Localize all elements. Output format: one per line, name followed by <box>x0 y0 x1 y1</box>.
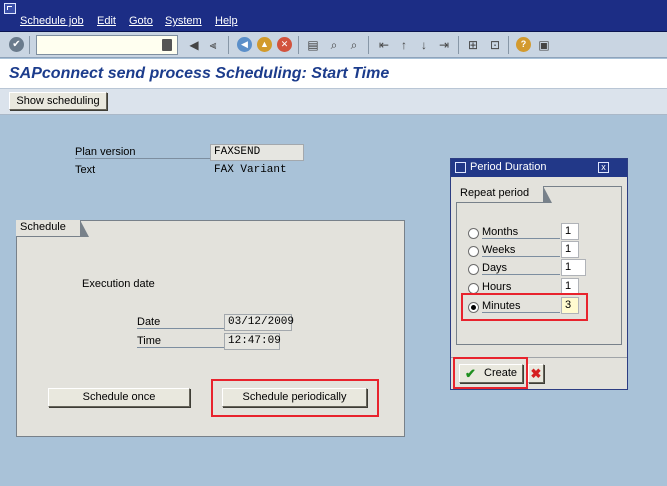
days-label: Days <box>482 262 560 275</box>
toolbar-separator <box>508 36 509 54</box>
find-icon[interactable]: ⌕ <box>326 37 342 53</box>
date-field: 03/12/2009 <box>224 314 294 331</box>
dialog-close-icon[interactable]: x <box>598 162 609 173</box>
months-label: Months <box>482 226 560 239</box>
dialog-title: Period Duration <box>470 161 547 173</box>
shortcut-icon[interactable]: ⊡ <box>487 37 503 53</box>
days-input[interactable]: 1 <box>561 259 586 276</box>
toolbar-separator <box>228 36 229 54</box>
text-value: FAX Variant <box>214 164 287 176</box>
repeat-period-group-title: Repeat period <box>456 186 553 203</box>
menu-bar: Schedule job Edit Goto System Help <box>0 0 667 32</box>
highlight-minutes <box>461 293 588 321</box>
title-bar: SAPconnect send process Scheduling: Star… <box>0 59 667 89</box>
time-field: 12:47:09 <box>224 333 281 350</box>
cancel-dialog-button[interactable]: ✖ <box>528 364 544 383</box>
menu-schedule-job[interactable]: Schedule job <box>20 15 84 27</box>
dialog-title-bar: Period Duration x <box>451 159 627 177</box>
text-label: Text <box>75 164 96 176</box>
schedule-group-title: Schedule <box>16 220 89 237</box>
next-page-icon[interactable]: ↓ <box>416 37 432 53</box>
back-icon[interactable]: ◀ <box>237 37 252 52</box>
toolbar-separator <box>298 36 299 54</box>
execution-date-label: Execution date <box>82 278 155 290</box>
cancel-x-icon: ✖ <box>530 366 542 381</box>
dialog-window-icon[interactable] <box>455 162 466 173</box>
plan-version-label: Plan version <box>75 146 211 159</box>
cancel-icon[interactable]: ✕ <box>277 37 292 52</box>
time-label: Time <box>137 335 225 348</box>
weeks-radio[interactable] <box>468 246 479 257</box>
days-radio[interactable] <box>468 264 479 275</box>
date-label: Date <box>137 316 225 329</box>
back-triangle-icon[interactable]: ◀ <box>186 37 202 53</box>
customize-layout-icon[interactable]: ▣ <box>536 37 552 53</box>
schedule-once-button[interactable]: Schedule once <box>48 388 190 407</box>
months-radio[interactable] <box>468 228 479 239</box>
menu-goto[interactable]: Goto <box>129 15 153 27</box>
menu-edit[interactable]: Edit <box>97 15 116 27</box>
prev-page-icon[interactable]: ↑ <box>396 37 412 53</box>
last-page-icon[interactable]: ⇥ <box>436 37 452 53</box>
toolbar-separator <box>458 36 459 54</box>
page-title: SAPconnect send process Scheduling: Star… <box>9 65 390 82</box>
toolbar-separator <box>29 36 30 54</box>
highlight-create <box>453 357 528 389</box>
command-input[interactable] <box>37 36 157 54</box>
first-page-icon[interactable]: ⇤ <box>376 37 392 53</box>
command-field[interactable] <box>36 35 178 55</box>
new-session-icon[interactable]: ⊞ <box>465 37 481 53</box>
menu-system[interactable]: System <box>165 15 202 27</box>
exit-icon[interactable]: ▲ <box>257 37 272 52</box>
show-scheduling-button[interactable]: Show scheduling <box>9 92 107 110</box>
weeks-input[interactable]: 1 <box>561 241 579 258</box>
previous-page-icon[interactable]: ⫷ <box>205 37 221 53</box>
months-input[interactable]: 1 <box>561 223 579 240</box>
toolbar-separator <box>368 36 369 54</box>
print-icon[interactable]: ▤ <box>305 37 321 53</box>
weeks-label: Weeks <box>482 244 560 257</box>
help-icon[interactable]: ? <box>516 37 531 52</box>
enter-check-icon[interactable]: ✔ <box>9 37 24 52</box>
find-next-icon[interactable]: ⌕ <box>346 37 362 53</box>
plan-version-field: FAXSEND <box>210 144 304 161</box>
menu-help[interactable]: Help <box>215 15 238 27</box>
window-menu-icon[interactable] <box>4 3 16 14</box>
highlight-schedule-periodically <box>211 379 379 417</box>
save-icon[interactable] <box>162 39 172 51</box>
